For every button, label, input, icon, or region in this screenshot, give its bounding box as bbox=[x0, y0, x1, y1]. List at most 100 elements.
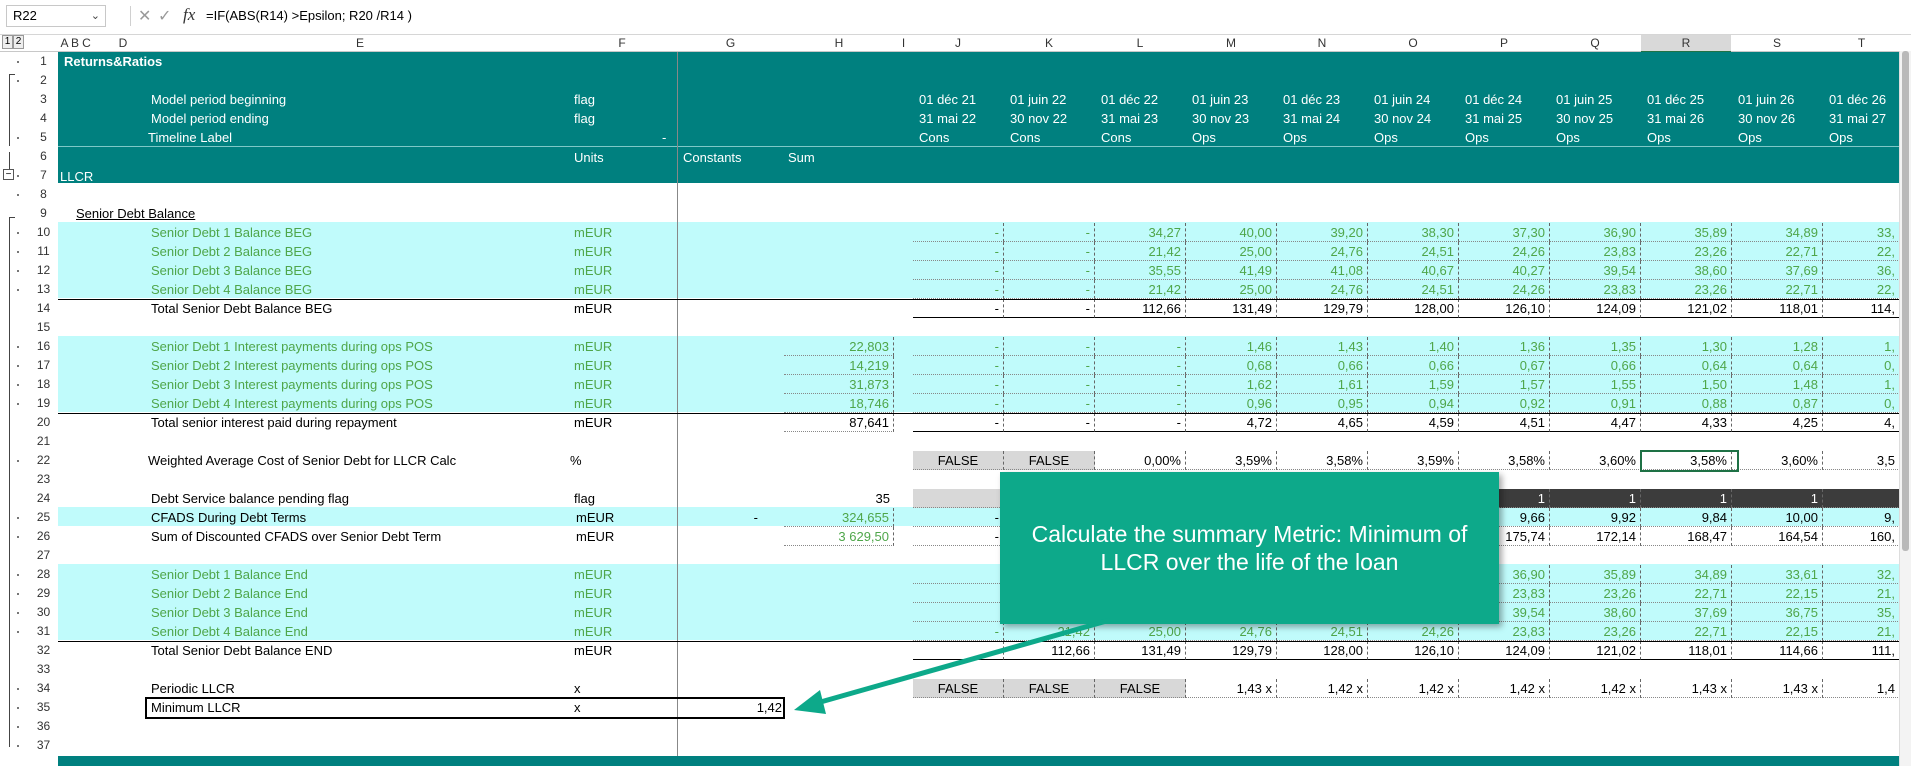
value-cell-14[interactable]: 128,00 bbox=[1368, 299, 1459, 318]
value-cell-13[interactable]: 21,42 bbox=[1095, 280, 1186, 299]
check-icon[interactable]: ✓ bbox=[158, 6, 171, 26]
value-cell-16[interactable]: - bbox=[1095, 337, 1186, 356]
value-cell-11[interactable]: 21,42 bbox=[1095, 242, 1186, 261]
column-header-i[interactable]: I bbox=[895, 35, 912, 51]
row-header-13[interactable]: 13 bbox=[29, 280, 58, 299]
value-cell-25[interactable]: 9, bbox=[1823, 508, 1900, 527]
value-cell-12[interactable]: 36, bbox=[1823, 261, 1900, 280]
value-cell-26[interactable]: - bbox=[913, 527, 1004, 546]
value-cell-26[interactable]: 164,54 bbox=[1732, 527, 1823, 546]
value-cell-10[interactable]: 38,30 bbox=[1368, 223, 1459, 242]
value-cell-31[interactable]: 23,83 bbox=[1459, 622, 1550, 641]
value-cell-31[interactable]: 21, bbox=[1823, 622, 1900, 641]
value-cell-16[interactable]: 1,28 bbox=[1732, 337, 1823, 356]
value-cell-31[interactable]: 22,15 bbox=[1732, 622, 1823, 641]
value-cell-10[interactable]: 34,27 bbox=[1095, 223, 1186, 242]
column-header-c[interactable]: C bbox=[81, 35, 92, 51]
value-cell-29[interactable]: 21, bbox=[1823, 584, 1900, 603]
column-header-l[interactable]: L bbox=[1095, 35, 1185, 51]
value-cell-14[interactable]: - bbox=[913, 299, 1004, 318]
row-header-2[interactable]: 2 bbox=[29, 71, 58, 90]
value-cell-34[interactable]: 1,43 x bbox=[1186, 679, 1277, 698]
value-cell-14[interactable]: - bbox=[1004, 299, 1095, 318]
value-cell-17[interactable]: 0, bbox=[1823, 356, 1900, 375]
row-header-8[interactable]: 8 bbox=[29, 185, 58, 204]
collapse-group-button[interactable]: − bbox=[3, 169, 14, 180]
row-header-10[interactable]: 10 bbox=[29, 223, 58, 242]
value-cell-17[interactable]: 0,66 bbox=[1368, 356, 1459, 375]
column-header-k[interactable]: K bbox=[1004, 35, 1094, 51]
value-cell-13[interactable]: 24,26 bbox=[1459, 280, 1550, 299]
vertical-scrollbar[interactable] bbox=[1899, 51, 1911, 766]
insert-function-icon[interactable]: fx bbox=[183, 5, 195, 25]
value-cell-13[interactable]: 25,00 bbox=[1186, 280, 1277, 299]
column-header-s[interactable]: S bbox=[1732, 35, 1822, 51]
value-cell-11[interactable]: 24,51 bbox=[1368, 242, 1459, 261]
row-header-17[interactable]: 17 bbox=[29, 356, 58, 375]
value-cell-19[interactable]: 0, bbox=[1823, 394, 1900, 413]
value-cell-31[interactable]: 23,26 bbox=[1550, 622, 1641, 641]
row-header-33[interactable]: 33 bbox=[29, 660, 58, 679]
value-cell-19[interactable]: 0,94 bbox=[1368, 394, 1459, 413]
value-cell-10[interactable]: - bbox=[913, 223, 1004, 242]
value-cell-18[interactable]: 1,55 bbox=[1550, 375, 1641, 394]
value-cell-13[interactable]: - bbox=[1004, 280, 1095, 299]
value-cell-24[interactable]: 1 bbox=[1641, 489, 1732, 508]
column-header-g[interactable]: G bbox=[678, 35, 783, 51]
value-cell-18[interactable]: - bbox=[913, 375, 1004, 394]
value-cell-18[interactable]: - bbox=[1004, 375, 1095, 394]
row-header-20[interactable]: 20 bbox=[29, 413, 58, 432]
column-header-f[interactable]: F bbox=[567, 35, 677, 51]
row-header-19[interactable]: 19 bbox=[29, 394, 58, 413]
value-cell-22[interactable]: 3,59% bbox=[1186, 451, 1277, 470]
value-cell-18[interactable]: 1,61 bbox=[1277, 375, 1368, 394]
value-cell-13[interactable]: 24,51 bbox=[1368, 280, 1459, 299]
value-cell-10[interactable]: - bbox=[1004, 223, 1095, 242]
value-cell-32[interactable]: 121,02 bbox=[1550, 641, 1641, 660]
value-cell-17[interactable]: 0,66 bbox=[1277, 356, 1368, 375]
value-cell-13[interactable]: - bbox=[913, 280, 1004, 299]
row-header-28[interactable]: 28 bbox=[29, 565, 58, 584]
value-cell-28[interactable]: 33,61 bbox=[1732, 565, 1823, 584]
value-cell-16[interactable]: 1,35 bbox=[1550, 337, 1641, 356]
value-cell-19[interactable]: 0,87 bbox=[1732, 394, 1823, 413]
value-cell-32[interactable]: 126,10 bbox=[1368, 641, 1459, 660]
sum-cell-24[interactable]: 35 bbox=[784, 489, 894, 508]
value-cell-22[interactable]: FALSE bbox=[1004, 451, 1095, 470]
value-cell-14[interactable]: 124,09 bbox=[1550, 299, 1641, 318]
value-cell-32[interactable]: 118,01 bbox=[1641, 641, 1732, 660]
value-cell-11[interactable]: - bbox=[913, 242, 1004, 261]
value-cell-18[interactable]: - bbox=[1095, 375, 1186, 394]
value-cell-17[interactable]: 0,64 bbox=[1732, 356, 1823, 375]
value-cell-28[interactable] bbox=[913, 565, 1004, 584]
row-header-21[interactable]: 21 bbox=[29, 432, 58, 451]
row-header-25[interactable]: 25 bbox=[29, 508, 58, 527]
value-cell-32[interactable]: 129,79 bbox=[1186, 641, 1277, 660]
sum-cell-20[interactable]: 87,641 bbox=[784, 413, 894, 432]
name-box[interactable]: R22 ⌄ bbox=[6, 5, 106, 27]
value-cell-17[interactable]: - bbox=[913, 356, 1004, 375]
value-cell-30[interactable]: 36,75 bbox=[1732, 603, 1823, 622]
value-cell-14[interactable]: 121,02 bbox=[1641, 299, 1732, 318]
row-header-12[interactable]: 12 bbox=[29, 261, 58, 280]
value-cell-32[interactable]: 114,66 bbox=[1732, 641, 1823, 660]
row-header-37[interactable]: 37 bbox=[29, 736, 58, 755]
column-header-j[interactable]: J bbox=[913, 35, 1003, 51]
value-cell-20[interactable]: - bbox=[1095, 413, 1186, 432]
value-cell-22[interactable]: 3,59% bbox=[1368, 451, 1459, 470]
value-cell-24[interactable]: 1 bbox=[1550, 489, 1641, 508]
formula-input[interactable]: =IF(ABS(R14) >Epsilon; R20 /R14 ) bbox=[206, 5, 412, 27]
value-cell-18[interactable]: 1,62 bbox=[1186, 375, 1277, 394]
sum-cell-25[interactable]: 324,655 bbox=[784, 508, 894, 527]
value-cell-16[interactable]: - bbox=[913, 337, 1004, 356]
value-cell-14[interactable]: 118,01 bbox=[1732, 299, 1823, 318]
value-cell-11[interactable]: - bbox=[1004, 242, 1095, 261]
value-cell-34[interactable]: 1,42 x bbox=[1550, 679, 1641, 698]
row-header-22[interactable]: 22 bbox=[29, 451, 58, 470]
row-header-14[interactable]: 14 bbox=[29, 299, 58, 318]
column-header-t[interactable]: T bbox=[1823, 35, 1900, 51]
value-cell-13[interactable]: 24,76 bbox=[1277, 280, 1368, 299]
value-cell-31[interactable]: 22,71 bbox=[1641, 622, 1732, 641]
value-cell-11[interactable]: 22,71 bbox=[1732, 242, 1823, 261]
value-cell-34[interactable]: 1,43 x bbox=[1732, 679, 1823, 698]
